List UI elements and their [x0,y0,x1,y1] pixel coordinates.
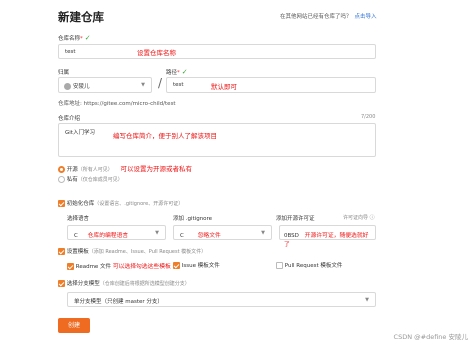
lang-select[interactable]: C 仓库的编程语言 ▼ [67,225,166,240]
readme-label: Readme 文件 [75,264,112,270]
path-label-text: 路径 [166,70,178,76]
owner-label: 归属 [58,70,70,76]
template-checkbox-row[interactable]: 设置模板（添加 Readme、Issue、Pull Request 模板文件） [58,247,206,255]
init-checkbox[interactable] [58,200,65,207]
create-button[interactable]: 创建 [58,318,90,333]
repo-name-input[interactable]: test 设置仓库名称 [58,44,376,59]
template-annotation: 可以选择勾选这些模板 [112,264,171,270]
import-hint-text: 在其他网站已经有仓库了吗？ [280,14,352,20]
owner-value: 安陵儿 [73,84,90,90]
pr-checkbox-row[interactable]: Pull Request 模板文件 [276,261,342,269]
radio-open[interactable]: 开源（所有人可见） 可以设置为开源或者私有 [58,163,192,173]
pr-checkbox[interactable] [276,262,283,269]
path-label: 路径* ✓ [166,68,188,76]
template-checkbox[interactable] [58,248,65,255]
required-mark: * [177,70,180,76]
lang-label: 选择语言 [67,216,90,222]
radio-private-desc: （仅仓库成员可见） [77,177,123,183]
repo-name-label-text: 仓库名称 [58,36,81,42]
help-icon: ⓘ [369,215,375,221]
intro-label: 仓库介绍 [58,116,81,122]
readme-checkbox[interactable] [67,263,74,270]
radio-open-indicator[interactable] [58,166,65,173]
check-icon: ✓ [84,34,91,42]
license-select[interactable]: 0BSD 开源许可证，随便选就好了 [279,225,376,248]
owner-select[interactable]: 安陵儿 ▼ [58,77,152,93]
chevron-down-icon: ▼ [365,296,369,303]
init-checkbox-row[interactable]: 初始化仓库（设置语言、.gitignore、开源许可证） [58,199,183,207]
import-hint: 在其他网站已经有仓库了吗？ 点击导入 [280,12,377,20]
license-label: 添加开源许可证 [276,216,315,222]
issue-checkbox[interactable] [173,262,180,269]
repo-url-value: https://gitee.com/micro-child/test [83,101,176,107]
intro-counter: 7/200 [361,114,376,120]
repo-name-value: test [65,49,76,55]
check-icon: ✓ [181,68,188,76]
chevron-down-icon: ▼ [155,229,159,236]
branch-select[interactable]: 单分支模型（只创建 master 分支） ▼ [67,292,376,307]
chevron-down-icon: ▼ [261,229,265,236]
template-label: 设置模板 [66,249,89,255]
issue-label: Issue 模板文件 [181,263,220,269]
gitignore-value: C [180,233,184,239]
gitignore-label: 添加 .gitignore [173,216,213,222]
readme-checkbox-row[interactable]: Readme 文件 可以选择勾选这些模板 [67,261,171,270]
visibility-annotation: 可以设置为开源或者私有 [120,165,193,173]
init-label: 初始化仓库 [66,201,95,207]
radio-private-label: 私有 [66,177,78,183]
branch-checkbox[interactable] [58,280,65,287]
page-title: 新建仓库 [58,10,104,24]
repo-url: 仓库地址: https://gitee.com/micro-child/test [58,99,176,107]
path-annotation: 默认即可 [211,83,237,91]
footer-watermark: CSDN @#define 安陵儿 [393,333,468,341]
path-input[interactable]: test 默认即可 [166,77,376,93]
radio-open-desc: （所有人可见） [77,167,113,173]
branch-desc: （仓库创建后将根据所选模型创建分支） [99,281,190,287]
gitignore-annotation: 忽略文件 [197,233,221,239]
import-link[interactable]: 点击导入 [355,14,377,20]
pr-label: Pull Request 模板文件 [284,263,343,269]
radio-private-indicator[interactable] [58,176,65,183]
branch-value: 单分支模型（只创建 master 分支） [74,299,163,305]
issue-checkbox-row[interactable]: Issue 模板文件 [173,261,220,269]
avatar [64,83,71,90]
repo-name-annotation: 设置仓库名称 [137,49,176,57]
init-desc: （设置语言、.gitignore、开源许可证） [94,201,184,207]
repo-url-label: 仓库地址: [58,101,82,107]
template-desc: （添加 Readme、Issue、Pull Request 模板文件） [88,249,207,255]
path-value: test [173,82,184,88]
radio-private[interactable]: 私有（仅仓库成员可见） [58,175,123,183]
license-value: 0BSD [284,233,299,239]
repo-name-label: 仓库名称* ✓ [58,34,91,42]
radio-open-label: 开源 [66,167,78,173]
gitignore-select[interactable]: C 忽略文件 ▼ [173,225,272,240]
intro-annotation: 编写仓库简介，便于别人了解该项目 [113,132,217,140]
path-separator: / [158,76,163,90]
lang-value: C [74,233,78,239]
chevron-down-icon: ▼ [141,82,145,88]
intro-value: Git入门学习 [65,130,95,136]
branch-checkbox-row[interactable]: 选择分支模型（仓库创建后将根据所选模型创建分支） [58,279,190,287]
required-mark: * [80,36,83,42]
license-help-text: 许可证向导 [343,215,369,221]
license-help[interactable]: 许可证向导 ⓘ [343,214,375,221]
intro-textarea[interactable]: Git入门学习 编写仓库简介，便于别人了解该项目 [58,123,376,157]
branch-label: 选择分支模型 [66,281,100,287]
lang-annotation: 仓库的编程语言 [87,233,129,239]
